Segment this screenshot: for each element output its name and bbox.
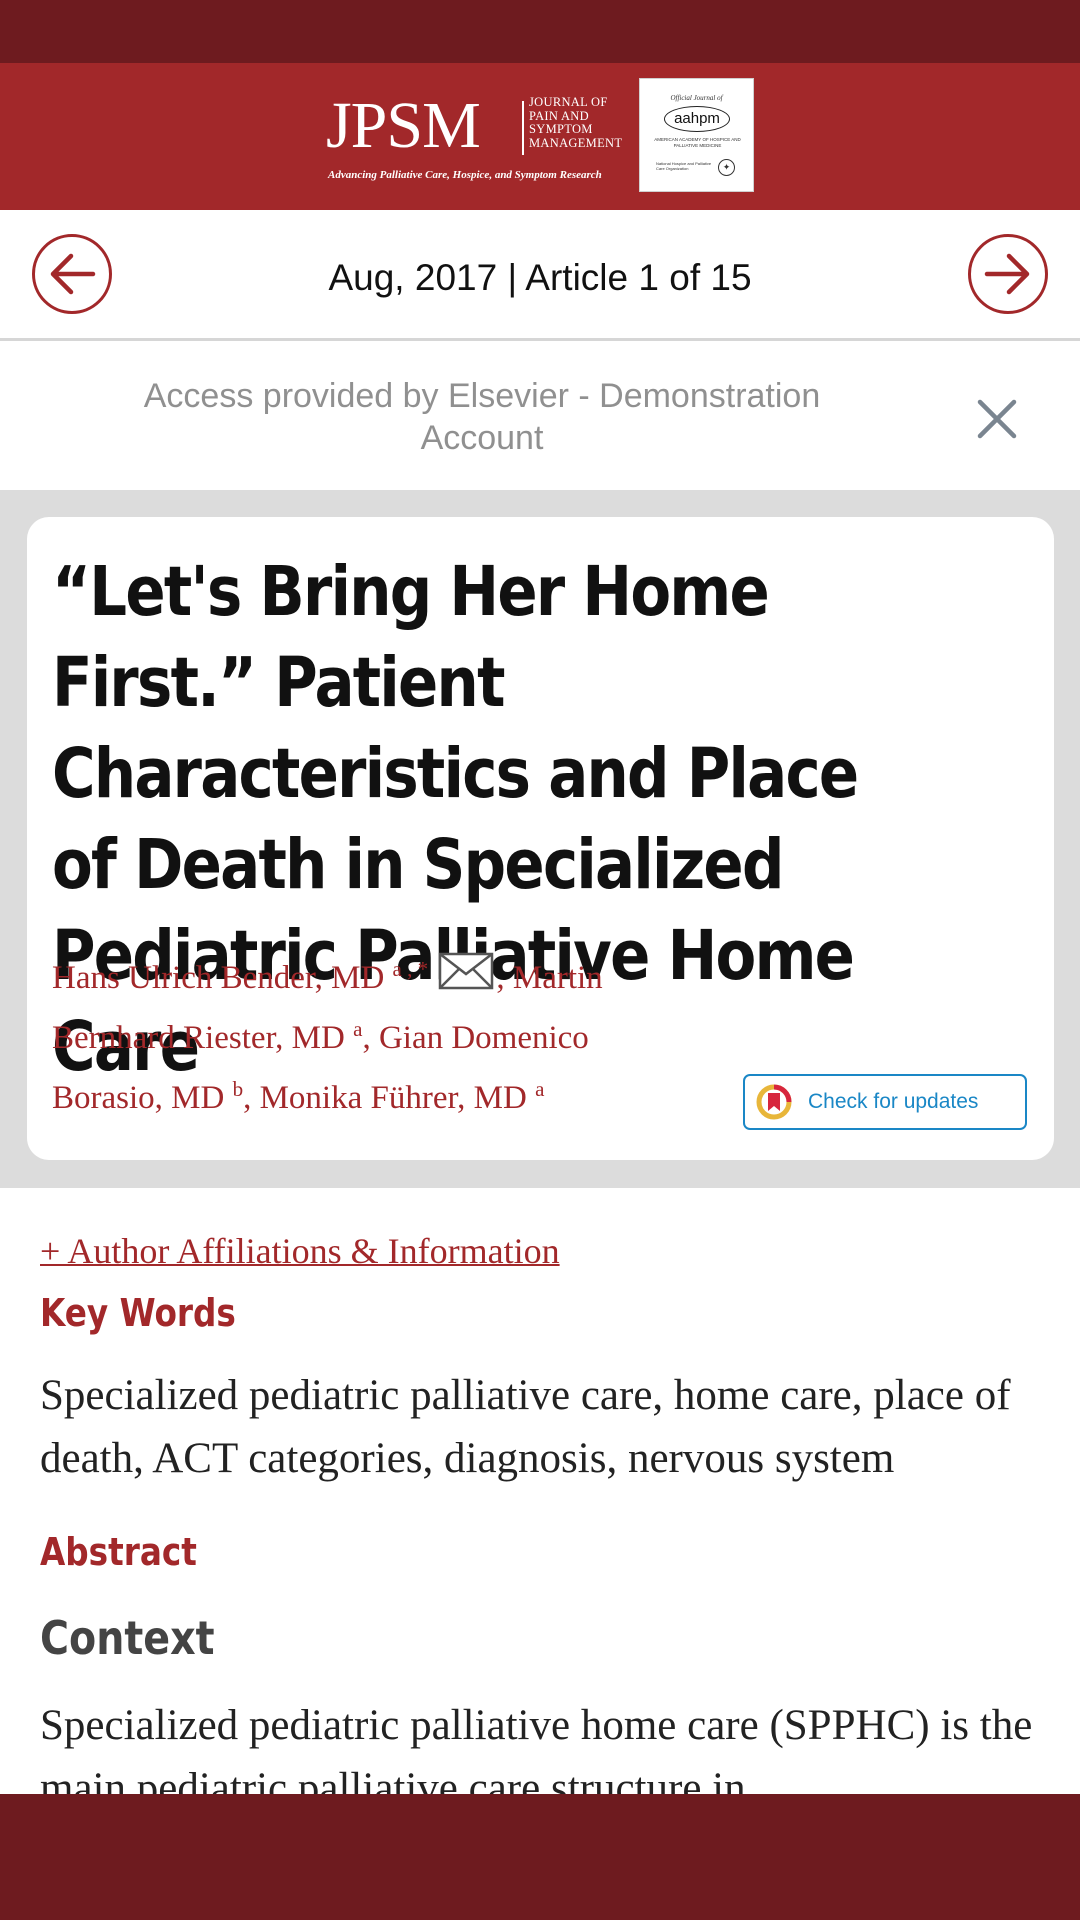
close-banner-button[interactable] bbox=[972, 394, 1022, 444]
arrow-left-icon bbox=[50, 253, 96, 295]
partner-official-text: Official Journal of bbox=[670, 94, 723, 102]
journal-logo-letters: JPSM bbox=[326, 89, 481, 162]
partner-logo: Official Journal of aahpm American Acade… bbox=[639, 78, 754, 192]
partner-logo-oval: aahpm bbox=[664, 106, 730, 132]
journal-tagline: Advancing Palliative Care, Hospice, and … bbox=[328, 169, 602, 181]
abstract-heading: Abstract bbox=[40, 1530, 197, 1574]
author-separator: , bbox=[496, 960, 513, 996]
author-name[interactable]: Monika Führer, MD bbox=[260, 1080, 527, 1116]
author-separator: , bbox=[362, 1020, 379, 1056]
issue-navigation: Aug, 2017 | Article 1 of 15 bbox=[0, 210, 1080, 341]
author-affiliations-link[interactable]: + Author Affiliations & Information bbox=[40, 1228, 560, 1274]
journal-logo[interactable]: JPSM Journal of Pain and Symptom Managem… bbox=[326, 93, 626, 188]
access-banner-text: Access provided by Elsevier - Demonstrat… bbox=[143, 377, 821, 457]
keywords-heading: Key Words bbox=[40, 1291, 236, 1335]
next-article-button[interactable] bbox=[968, 234, 1048, 314]
partner-npco: National Hospice and Palliative Care Org… bbox=[656, 161, 712, 171]
seal-icon: ✦ bbox=[718, 159, 735, 176]
keywords-text: Specialized pediatric palliative care, h… bbox=[40, 1372, 1011, 1482]
crossmark-icon bbox=[756, 1084, 792, 1120]
previous-article-button[interactable] bbox=[32, 234, 112, 314]
journal-header: JPSM Journal of Pain and Symptom Managem… bbox=[0, 63, 1080, 210]
author-separator: , bbox=[243, 1080, 260, 1116]
partner-subtitle: American Academy of Hospice and Palliati… bbox=[654, 137, 741, 148]
check-for-updates-label: Check for updates bbox=[808, 1090, 979, 1113]
author-list: Hans Ulrich Bender, MD a , * , Martin Be… bbox=[52, 948, 672, 1128]
status-bar bbox=[0, 0, 1080, 63]
context-paragraph: Specialized pediatric palliative home ca… bbox=[40, 1702, 1033, 1794]
context-heading: Context bbox=[40, 1611, 215, 1665]
author-affiliation-mark[interactable]: a bbox=[535, 1077, 544, 1101]
article-header-card: “Let's Bring Her Home First.” Patient Ch… bbox=[27, 517, 1054, 1160]
author-affiliation-mark[interactable]: b bbox=[233, 1077, 244, 1101]
check-for-updates-button[interactable]: Check for updates bbox=[743, 1074, 1027, 1130]
author-name[interactable]: Hans Ulrich Bender, MD bbox=[52, 960, 384, 996]
journal-full-name: Journal of Pain and Symptom Management bbox=[529, 95, 623, 150]
navigation-bar bbox=[0, 1794, 1080, 1920]
close-icon bbox=[977, 399, 1017, 439]
author-affiliation-mark[interactable]: a , * bbox=[393, 957, 429, 981]
access-banner: Access provided by Elsevier - Demonstrat… bbox=[0, 344, 1080, 490]
journal-logo-divider bbox=[522, 101, 524, 155]
issue-label: Aug, 2017 | Article 1 of 15 bbox=[328, 257, 752, 298]
arrow-right-icon bbox=[984, 253, 1030, 295]
envelope-icon[interactable] bbox=[438, 952, 494, 990]
